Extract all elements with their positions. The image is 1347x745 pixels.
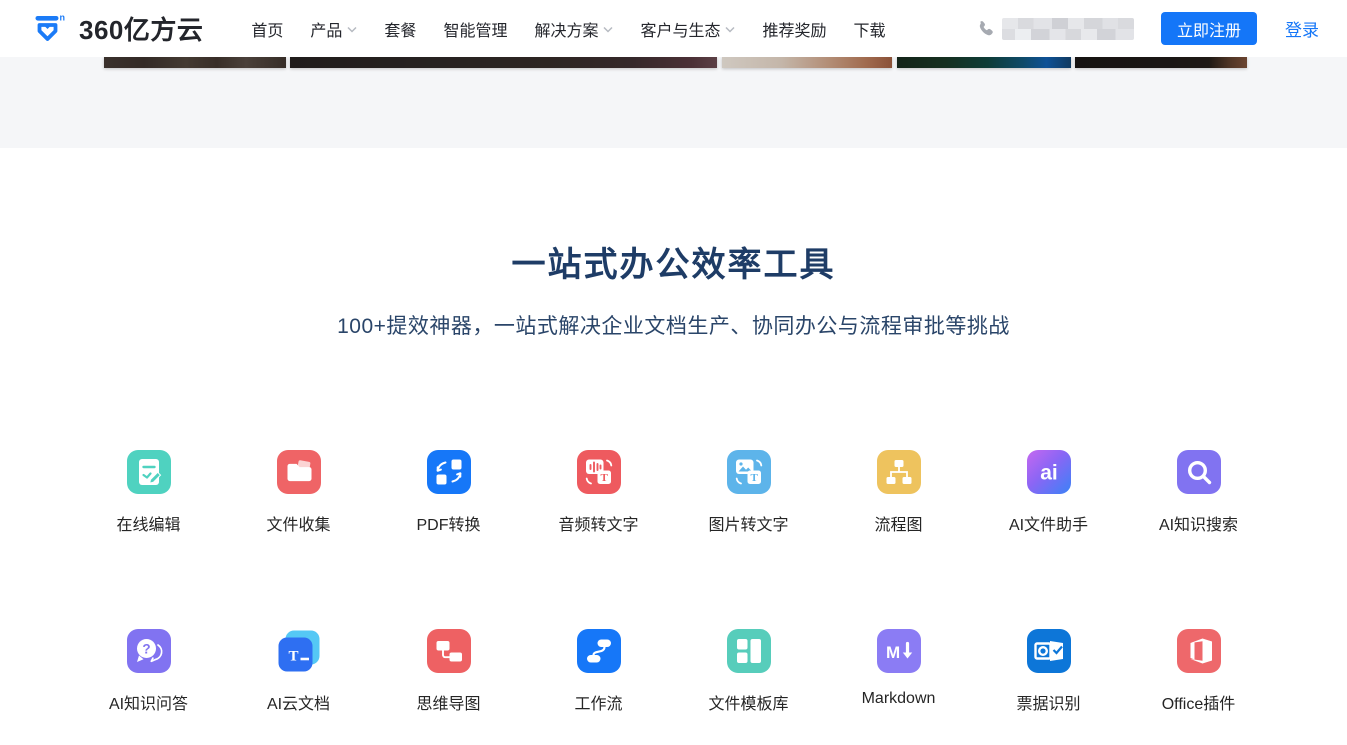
tool-label: 票据识别 <box>1016 690 1080 714</box>
brand-name: 360亿方云 <box>79 10 203 47</box>
office-logo-icon <box>1177 629 1221 673</box>
nav-item-1[interactable]: 首页 <box>251 17 283 41</box>
nav-item-label: 套餐 <box>384 17 416 41</box>
tool-label: 思维导图 <box>416 690 480 714</box>
cloud-doc-icon: T <box>277 629 321 673</box>
svg-text:T: T <box>600 472 608 484</box>
phone-number-redacted <box>1002 18 1134 40</box>
svg-text:T: T <box>288 649 298 665</box>
ai-letters-icon: ai <box>1027 450 1071 494</box>
chevron-down-icon <box>347 26 357 33</box>
chevron-down-icon <box>603 26 613 33</box>
carousel-image-bottom-2[interactable] <box>290 57 717 68</box>
carousel-image-bottom-5[interactable] <box>1075 57 1247 68</box>
tool-label: 文件模板库 <box>708 690 788 714</box>
tool-card[interactable]: AI知识搜索 <box>1124 450 1274 535</box>
tool-label: AI知识问答 <box>109 690 188 714</box>
nav-item-5[interactable]: 解决方案 <box>534 17 613 41</box>
image-to-text-icon: T <box>727 450 771 494</box>
carousel-image-bottom-1[interactable] <box>104 57 286 68</box>
header-right: 立即注册 登录 <box>975 12 1319 45</box>
tool-label: AI文件助手 <box>1009 511 1088 535</box>
tool-label: 流程图 <box>874 511 922 535</box>
search-icon <box>1177 450 1221 494</box>
tool-label: AI知识搜索 <box>1159 511 1238 535</box>
tool-label: Office插件 <box>1162 690 1236 714</box>
tools-grid: 在线编辑 文件收集 PDF转换 T 音频转文字 T 图片转文字 流程图 ai AI文件助手 AI知识… <box>74 450 1274 714</box>
nav-item-2[interactable]: 产品 <box>310 17 357 41</box>
template-grid-icon <box>727 629 771 673</box>
tools-section: 一站式办公效率工具 100+提效神器，一站式解决企业文档生产、协同办公与流程审批… <box>0 237 1347 714</box>
nav-item-label: 推荐奖励 <box>762 17 826 41</box>
nav-item-label: 产品 <box>310 17 342 41</box>
svg-text:ai: ai <box>1040 462 1058 485</box>
qa-bubble-icon: ? <box>127 629 171 673</box>
nav-item-label: 首页 <box>251 17 283 41</box>
carousel-band <box>0 57 1347 148</box>
main-nav: 首页 产品 套餐 智能管理 解决方案 客户与生态 推荐奖励 下载 <box>251 17 885 41</box>
tool-card[interactable]: T 图片转文字 <box>674 450 824 535</box>
tool-card[interactable]: 工作流 <box>524 629 674 714</box>
svg-text:T: T <box>750 472 758 484</box>
tool-card[interactable]: T 音频转文字 <box>524 450 674 535</box>
flowchart-icon <box>877 450 921 494</box>
top-nav: n 360亿方云 首页 产品 套餐 智能管理 解决方案 客户与生态 推荐奖励 下载 立即注册 … <box>0 0 1347 57</box>
brand-logo[interactable]: n 360亿方云 <box>30 9 203 49</box>
tool-label: 图片转文字 <box>708 511 788 535</box>
nav-item-6[interactable]: 客户与生态 <box>640 17 735 41</box>
folder-icon <box>277 450 321 494</box>
markdown-icon: M <box>877 629 921 673</box>
doc-edit-icon <box>127 450 171 494</box>
tool-card[interactable]: M Markdown <box>824 629 974 714</box>
tool-label: 音频转文字 <box>558 511 638 535</box>
tool-card[interactable]: 文件收集 <box>224 450 374 535</box>
receipt-outlook-icon <box>1027 629 1071 673</box>
mindmap-icon <box>427 629 471 673</box>
tool-card[interactable]: 流程图 <box>824 450 974 535</box>
svg-text:?: ? <box>142 642 150 657</box>
login-link[interactable]: 登录 <box>1285 16 1319 41</box>
tool-label: 文件收集 <box>266 511 330 535</box>
audio-to-text-icon: T <box>577 450 621 494</box>
tool-label: 工作流 <box>574 690 622 714</box>
carousel-image-bottom-4[interactable] <box>897 57 1071 68</box>
tool-card[interactable]: Office插件 <box>1124 629 1274 714</box>
svg-text:M: M <box>886 643 900 662</box>
tool-card[interactable]: ? AI知识问答 <box>74 629 224 714</box>
section-subtitle: 100+提效神器，一站式解决企业文档生产、协同办公与流程审批等挑战 <box>0 310 1347 340</box>
nav-item-label: 客户与生态 <box>640 17 720 41</box>
tool-card[interactable]: 票据识别 <box>974 629 1124 714</box>
phone-icon <box>975 19 995 39</box>
nav-item-7[interactable]: 推荐奖励 <box>762 17 826 41</box>
contact-phone <box>975 18 1134 40</box>
tool-label: Markdown <box>862 690 936 708</box>
svg-text:n: n <box>60 12 66 22</box>
section-title: 一站式办公效率工具 <box>0 237 1347 286</box>
tool-card[interactable]: T AI云文档 <box>224 629 374 714</box>
tool-card[interactable]: ai AI文件助手 <box>974 450 1124 535</box>
convert-arrows-icon <box>427 450 471 494</box>
nav-item-label: 下载 <box>854 17 886 41</box>
tool-card[interactable]: 文件模板库 <box>674 629 824 714</box>
tool-card[interactable]: PDF转换 <box>374 450 524 535</box>
carousel-image-bottom-3[interactable] <box>722 57 892 68</box>
tool-card[interactable]: 在线编辑 <box>74 450 224 535</box>
yifangyun-logo-icon: n <box>30 9 70 49</box>
nav-item-3[interactable]: 套餐 <box>384 17 416 41</box>
nav-item-4[interactable]: 智能管理 <box>443 17 507 41</box>
nav-item-label: 解决方案 <box>534 17 598 41</box>
tool-label: PDF转换 <box>416 511 480 535</box>
nav-item-label: 智能管理 <box>443 17 507 41</box>
tool-label: 在线编辑 <box>116 511 180 535</box>
register-button[interactable]: 立即注册 <box>1161 12 1257 45</box>
workflow-icon <box>577 629 621 673</box>
nav-item-8[interactable]: 下载 <box>854 17 886 41</box>
tool-card[interactable]: 思维导图 <box>374 629 524 714</box>
chevron-down-icon <box>725 26 735 33</box>
tool-label: AI云文档 <box>267 690 330 714</box>
